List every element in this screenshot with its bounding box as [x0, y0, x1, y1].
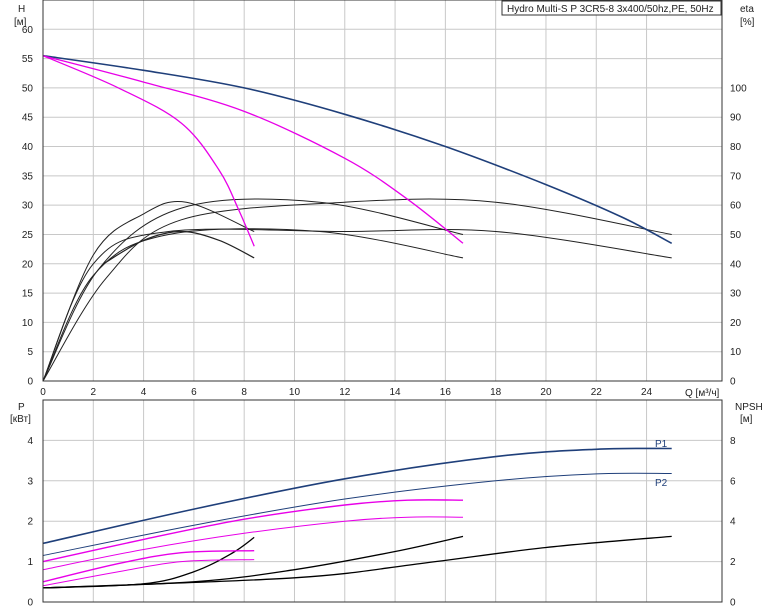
x-tick-label: 6	[191, 387, 197, 398]
y-tick-label-power: 0	[27, 598, 33, 609]
y-tick-label-head: 10	[22, 318, 34, 329]
series-label-p2: P2	[655, 478, 668, 489]
y-tick-label-head: 50	[22, 83, 34, 94]
y-tick-label-power: 2	[27, 517, 33, 528]
y2-tick-label-eta: 40	[730, 259, 742, 270]
x-tick-label: 24	[641, 387, 653, 398]
power-curve	[42, 472, 672, 556]
y-axis-title-head: H	[18, 4, 25, 15]
x-tick-label: 4	[141, 387, 147, 398]
y-axis-unit-head: [м]	[14, 17, 27, 28]
efficiency-curve	[42, 198, 464, 382]
x-tick-label: 20	[540, 387, 552, 398]
y2-tick-label-npsh: 2	[730, 557, 736, 568]
y2-tick-label-eta: 100	[730, 83, 747, 94]
y2-tick-label-eta: 80	[730, 142, 742, 153]
y2-axis-unit-npsh: [м]	[740, 414, 753, 425]
x-tick-label: 2	[91, 387, 97, 398]
head-panel-frame	[42, 0, 723, 382]
y-tick-label-head: 20	[22, 259, 34, 270]
x-tick-label: 14	[390, 387, 402, 398]
y-tick-label-head: 5	[27, 347, 33, 358]
power-curve	[42, 499, 464, 563]
chart-title: Hydro Multi-S P 3CR5-8 3x400/50hz,PE, 50…	[507, 4, 714, 15]
y-tick-label-power: 1	[27, 557, 33, 568]
x-tick-label: 22	[591, 387, 603, 398]
y2-tick-label-eta: 90	[730, 113, 742, 124]
y-tick-label-power: 4	[27, 436, 33, 447]
y-axis-unit-power: [кВт]	[10, 414, 31, 425]
efficiency-curve	[42, 201, 255, 382]
npsh-curve	[42, 535, 672, 589]
y2-tick-label-eta: 10	[730, 347, 742, 358]
x-tick-label: 0	[40, 387, 46, 398]
efficiency-curve	[42, 228, 672, 382]
y-tick-label-head: 55	[22, 54, 34, 65]
y2-tick-label-eta: 20	[730, 318, 742, 329]
y2-tick-label-eta: 60	[730, 201, 742, 212]
y2-tick-label-npsh: 6	[730, 476, 736, 487]
y2-tick-label-npsh: 4	[730, 517, 736, 528]
y-tick-label-head: 30	[22, 201, 34, 212]
series-label-p1: P1	[655, 439, 668, 450]
power-npsh-curves	[42, 447, 672, 589]
head-panel-grid	[42, 0, 722, 382]
x-tick-label: 8	[241, 387, 247, 398]
power-curve	[42, 447, 672, 545]
y2-tick-label-npsh: 8	[730, 436, 736, 447]
y2-tick-label-eta: 50	[730, 230, 742, 241]
pump-performance-chart: 0 2 4 6 8 10 12 14 16 18 20 22 240510152025303540455…	[10, 0, 763, 609]
y2-tick-label-npsh: 0	[730, 598, 736, 609]
y-tick-label-head: 35	[22, 171, 34, 182]
x-tick-label: 10	[289, 387, 301, 398]
y-tick-label-power: 3	[27, 476, 33, 487]
y-tick-label-head: 15	[22, 289, 34, 300]
y2-axis-unit-eta: [%]	[740, 17, 755, 28]
y2-axis-title-npsh: NPSH	[735, 402, 763, 413]
x-axis-title: Q [м³/ч]	[685, 388, 720, 399]
y-tick-label-head: 0	[27, 377, 33, 388]
x-tick-label: 16	[440, 387, 452, 398]
y-tick-label-head: 45	[22, 113, 34, 124]
head-curve	[42, 55, 464, 244]
efficiency-curve	[42, 198, 672, 382]
y2-tick-label-eta: 30	[730, 289, 742, 300]
y-axis-title-power: P	[18, 402, 25, 413]
y-tick-label-head: 40	[22, 142, 34, 153]
head-efficiency-curves	[42, 54, 673, 382]
y-tick-label-head: 25	[22, 230, 34, 241]
y2-tick-label-eta: 70	[730, 171, 742, 182]
y2-tick-label-eta: 0	[730, 377, 736, 388]
x-tick-label: 12	[339, 387, 351, 398]
x-tick-label: 18	[490, 387, 502, 398]
y2-axis-title-eta: eta	[740, 4, 754, 15]
